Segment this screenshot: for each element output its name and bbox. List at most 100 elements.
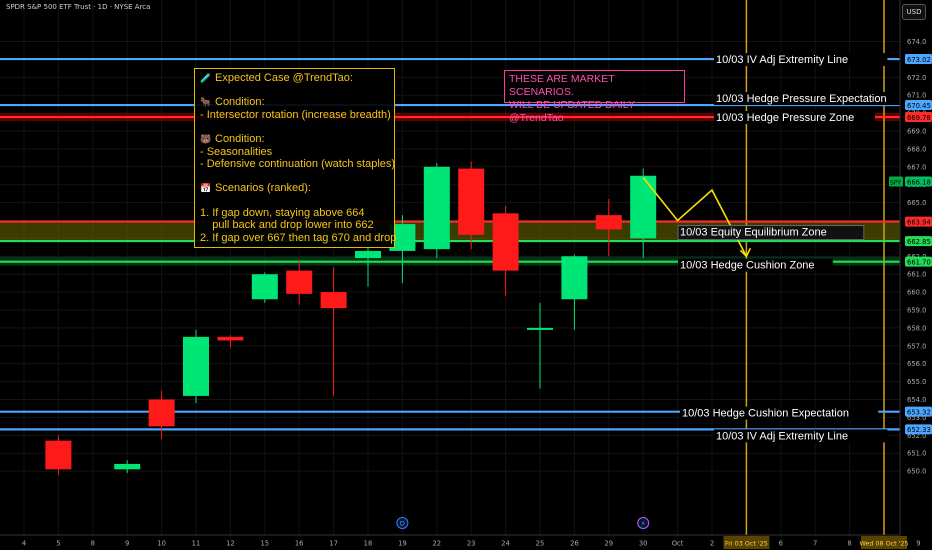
price-tick-label: 669.0	[907, 128, 926, 136]
level-label: 10/03 Hedge Cushion Zone	[680, 260, 815, 272]
candle-body	[148, 399, 175, 427]
time-tick-label: 12	[226, 540, 235, 548]
price-axis-marker-label: 670.45	[907, 102, 931, 110]
market-scenario-note: THESE ARE MARKET SCENARIOS. WILL BE UPDA…	[504, 70, 685, 124]
time-tick-label: 2	[710, 540, 714, 548]
scenarios-row: 📅 Scenarios (ranked):	[200, 182, 389, 194]
condition1-text: - Intersector rotation (increase breadth…	[200, 108, 391, 121]
time-tick-label: 23	[467, 540, 476, 548]
candle-body	[458, 168, 485, 235]
level-label: 10/03 IV Adj Extremity Line	[716, 430, 848, 442]
time-tick-label: 10	[157, 540, 166, 548]
price-axis-marker-label: 669.78	[907, 114, 931, 122]
time-tick-label: Fri 03 Oct '25	[725, 540, 768, 548]
candle-body	[114, 463, 141, 470]
level-label: 10/03 Hedge Cushion Expectation	[682, 408, 849, 420]
price-tick-label: 668.0	[907, 145, 926, 153]
time-tick-label: 19	[398, 540, 407, 548]
candle-body	[286, 270, 313, 294]
time-tick-label: 24	[501, 540, 510, 548]
price-tick-label: 656.0	[907, 360, 926, 368]
price-axis-marker-label: 661.70	[907, 258, 931, 266]
price-tick-label: 660.0	[907, 289, 926, 297]
time-tick-label: 26	[570, 540, 579, 548]
time-tick-label: 8	[847, 540, 851, 548]
candle-body	[492, 213, 519, 271]
time-tick-label: 18	[364, 540, 373, 548]
scenario-note-line1: THESE ARE MARKET SCENARIOS.	[509, 73, 615, 98]
price-tick-label: 667.0	[907, 163, 926, 171]
price-tick-label: 658.0	[907, 324, 926, 332]
time-tick-label: 25	[536, 540, 545, 548]
time-tick-label: 11	[192, 540, 201, 548]
scenario1-line2: pull back and drop lower into 662	[200, 219, 374, 232]
price-tick-label: 655.0	[907, 378, 926, 386]
level-label: 10/03 IV Adj Extremity Line	[716, 54, 848, 66]
price-tick-label: 659.0	[907, 307, 926, 315]
calendar-icon: 📅	[200, 183, 212, 194]
condition1-label: Condition:	[215, 96, 265, 109]
scenario-note-line2: WILL BE UPDATED DAILY @TrendTao	[509, 99, 635, 124]
symbol-header: SPDR S&P 500 ETF Trust · 1D · NYSE Arca	[6, 3, 150, 11]
time-tick-label: Wed 08 Oct '25	[859, 540, 908, 548]
scenarios-label: Scenarios (ranked):	[215, 182, 311, 195]
candle-body	[217, 336, 244, 341]
price-tick-label: 661.0	[907, 271, 926, 279]
time-tick-label: 16	[295, 540, 304, 548]
price-tick-label: 665.0	[907, 199, 926, 207]
bull-icon: 🐂	[200, 97, 212, 108]
test-tube-icon: 🧪	[200, 73, 212, 83]
level-label: 10/03 Hedge Pressure Zone	[716, 112, 854, 124]
event-marker-glyph: D	[400, 520, 405, 528]
time-tick-label: 22	[432, 540, 441, 548]
price-axis-marker-label: 673.02	[907, 56, 931, 64]
candle-body	[45, 440, 72, 470]
price-tick-label: 671.0	[907, 92, 926, 100]
condition2-row: 🐻 Condition:	[200, 133, 389, 145]
price-axis-marker-label: 662.85	[907, 238, 931, 246]
currency-label: USD	[906, 8, 922, 16]
time-tick-label: 5	[56, 540, 60, 548]
condition2-line2: - Defensive continuation (watch staples)	[200, 158, 396, 171]
last-price-value: 666.18	[907, 178, 931, 186]
scenario2-line1: 2. If gap over 667 then tag 670 and drop	[200, 231, 397, 244]
condition2-label: Condition:	[215, 133, 265, 146]
candle-body	[320, 292, 347, 309]
expected-case-annotation: 🧪 Expected Case @TrendTao: 🐂 Condition: - …	[194, 68, 397, 248]
candle-body	[561, 256, 588, 300]
candle-body	[251, 274, 278, 300]
expected-case-title-row: 🧪 Expected Case @TrendTao:	[200, 72, 389, 84]
time-tick-label: 7	[813, 540, 817, 548]
scenario1-line1: 1. If gap down, staying above 664	[200, 206, 365, 219]
time-tick-label: 8	[91, 540, 95, 548]
bear-icon: 🐻	[200, 134, 212, 145]
candle-body	[355, 250, 381, 259]
time-tick-label: 15	[260, 540, 269, 548]
candle-body	[423, 166, 450, 250]
time-tick-label: Oct	[672, 540, 684, 548]
currency-button[interactable]: USD	[902, 4, 926, 20]
price-axis-marker-label: 663.94	[907, 218, 931, 226]
condition1-row: 🐂 Condition:	[200, 96, 389, 108]
price-axis-marker-label: 652.33	[907, 426, 931, 434]
condition2-line1: - Seasonalities	[200, 145, 273, 158]
time-tick-label: 6	[779, 540, 783, 548]
time-tick-label: 30	[639, 540, 648, 548]
price-tick-label: 651.0	[907, 450, 926, 458]
price-tick-label: 650.0	[907, 468, 926, 476]
candle-body	[595, 215, 622, 230]
time-tick-label: 29	[604, 540, 613, 548]
price-axis-marker-label: 653.32	[907, 408, 931, 416]
price-tick-label: 674.0	[907, 38, 926, 46]
chart-canvas[interactable]: 10/03 IV Adj Extremity Line 10/03 Hedge P…	[0, 0, 932, 550]
event-marker-glyph: ⚡	[641, 520, 646, 528]
level-label: 10/03 Equity Equilibrium Zone	[680, 227, 827, 239]
candle-body	[527, 327, 553, 330]
price-tick-label: 657.0	[907, 342, 926, 350]
level-label: 10/03 Hedge Pressure Expectation	[716, 93, 887, 105]
last-price-symbol: SPY	[890, 179, 901, 186]
candle-body	[183, 336, 209, 396]
price-tick-label: 672.0	[907, 74, 926, 82]
time-tick-label: 9	[125, 540, 129, 548]
symbol-title: SPDR S&P 500 ETF Trust · 1D · NYSE Arca	[6, 3, 151, 11]
